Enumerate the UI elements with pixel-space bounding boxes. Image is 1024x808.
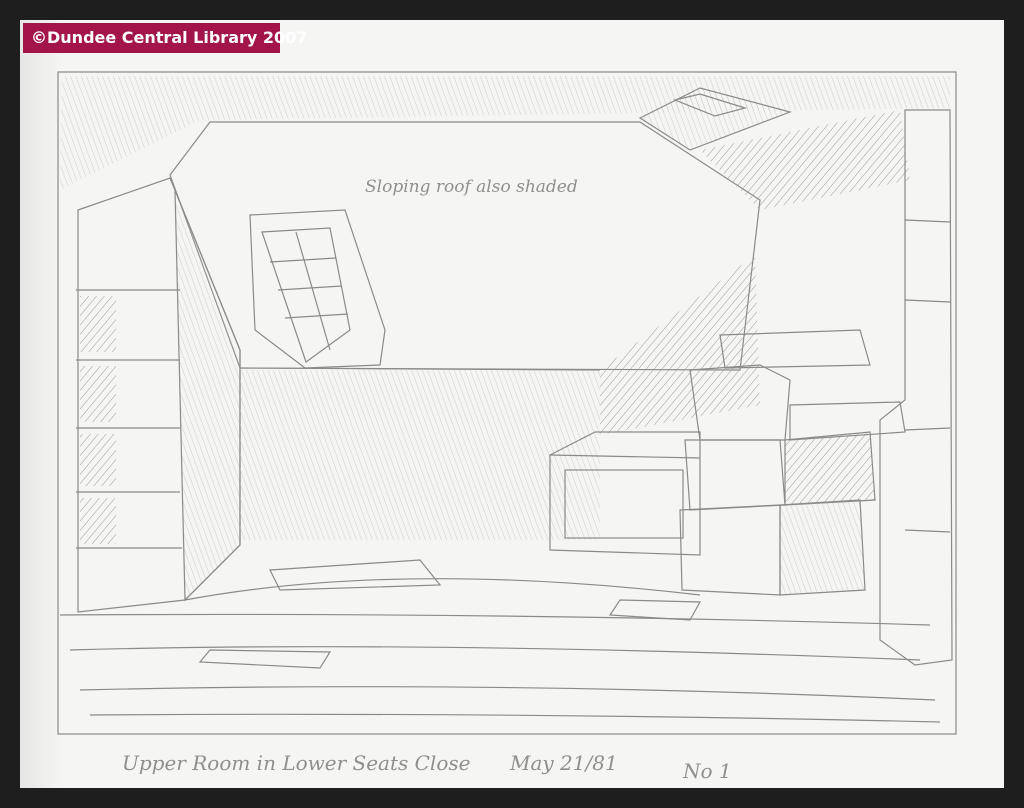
shelf-shadow-2	[80, 366, 116, 422]
floor-line-2	[59, 613, 931, 626]
dormer-stones	[249, 209, 386, 369]
sketch-caption: Upper Room in Lower Seats Close	[122, 751, 470, 775]
shelf-side	[174, 189, 241, 602]
shelf-shadow-1	[80, 296, 116, 352]
floor-line-4	[79, 686, 936, 701]
fireplace-shadow	[600, 255, 760, 435]
shelf-shadow-4	[80, 498, 116, 544]
copyright-watermark: ©Dundee Central Library 2007	[23, 23, 307, 53]
window-mullion	[295, 231, 331, 351]
roof-annotation: Sloping roof also shaded	[365, 177, 578, 197]
wall-joint-1	[904, 219, 951, 223]
wall-joint-3	[904, 427, 951, 431]
floor-line-1	[184, 578, 701, 601]
stone-5	[784, 431, 876, 506]
wall-joint-2	[904, 299, 951, 303]
window-bar-1	[269, 257, 337, 263]
floor-stone-2	[608, 599, 702, 621]
floor-stone-3	[269, 559, 442, 591]
wall-joint-4	[904, 529, 951, 533]
right-wall	[879, 109, 953, 666]
dormer-window	[261, 227, 351, 363]
pencil-sketch: Sloping roof also shaded Upper Room in L…	[57, 71, 957, 783]
stone-6	[779, 499, 866, 596]
floor-stone-1	[198, 649, 332, 669]
floor-line-5	[89, 713, 941, 723]
sketch-number: No 1	[682, 759, 732, 783]
stone-3	[679, 504, 781, 596]
back-wall	[240, 370, 600, 540]
window-bar-2	[277, 285, 343, 291]
shelf-shadow-3	[80, 434, 116, 486]
sketch-date: May 21/81	[509, 751, 618, 775]
window-bar-3	[284, 313, 349, 319]
floor-line-3	[69, 646, 921, 661]
